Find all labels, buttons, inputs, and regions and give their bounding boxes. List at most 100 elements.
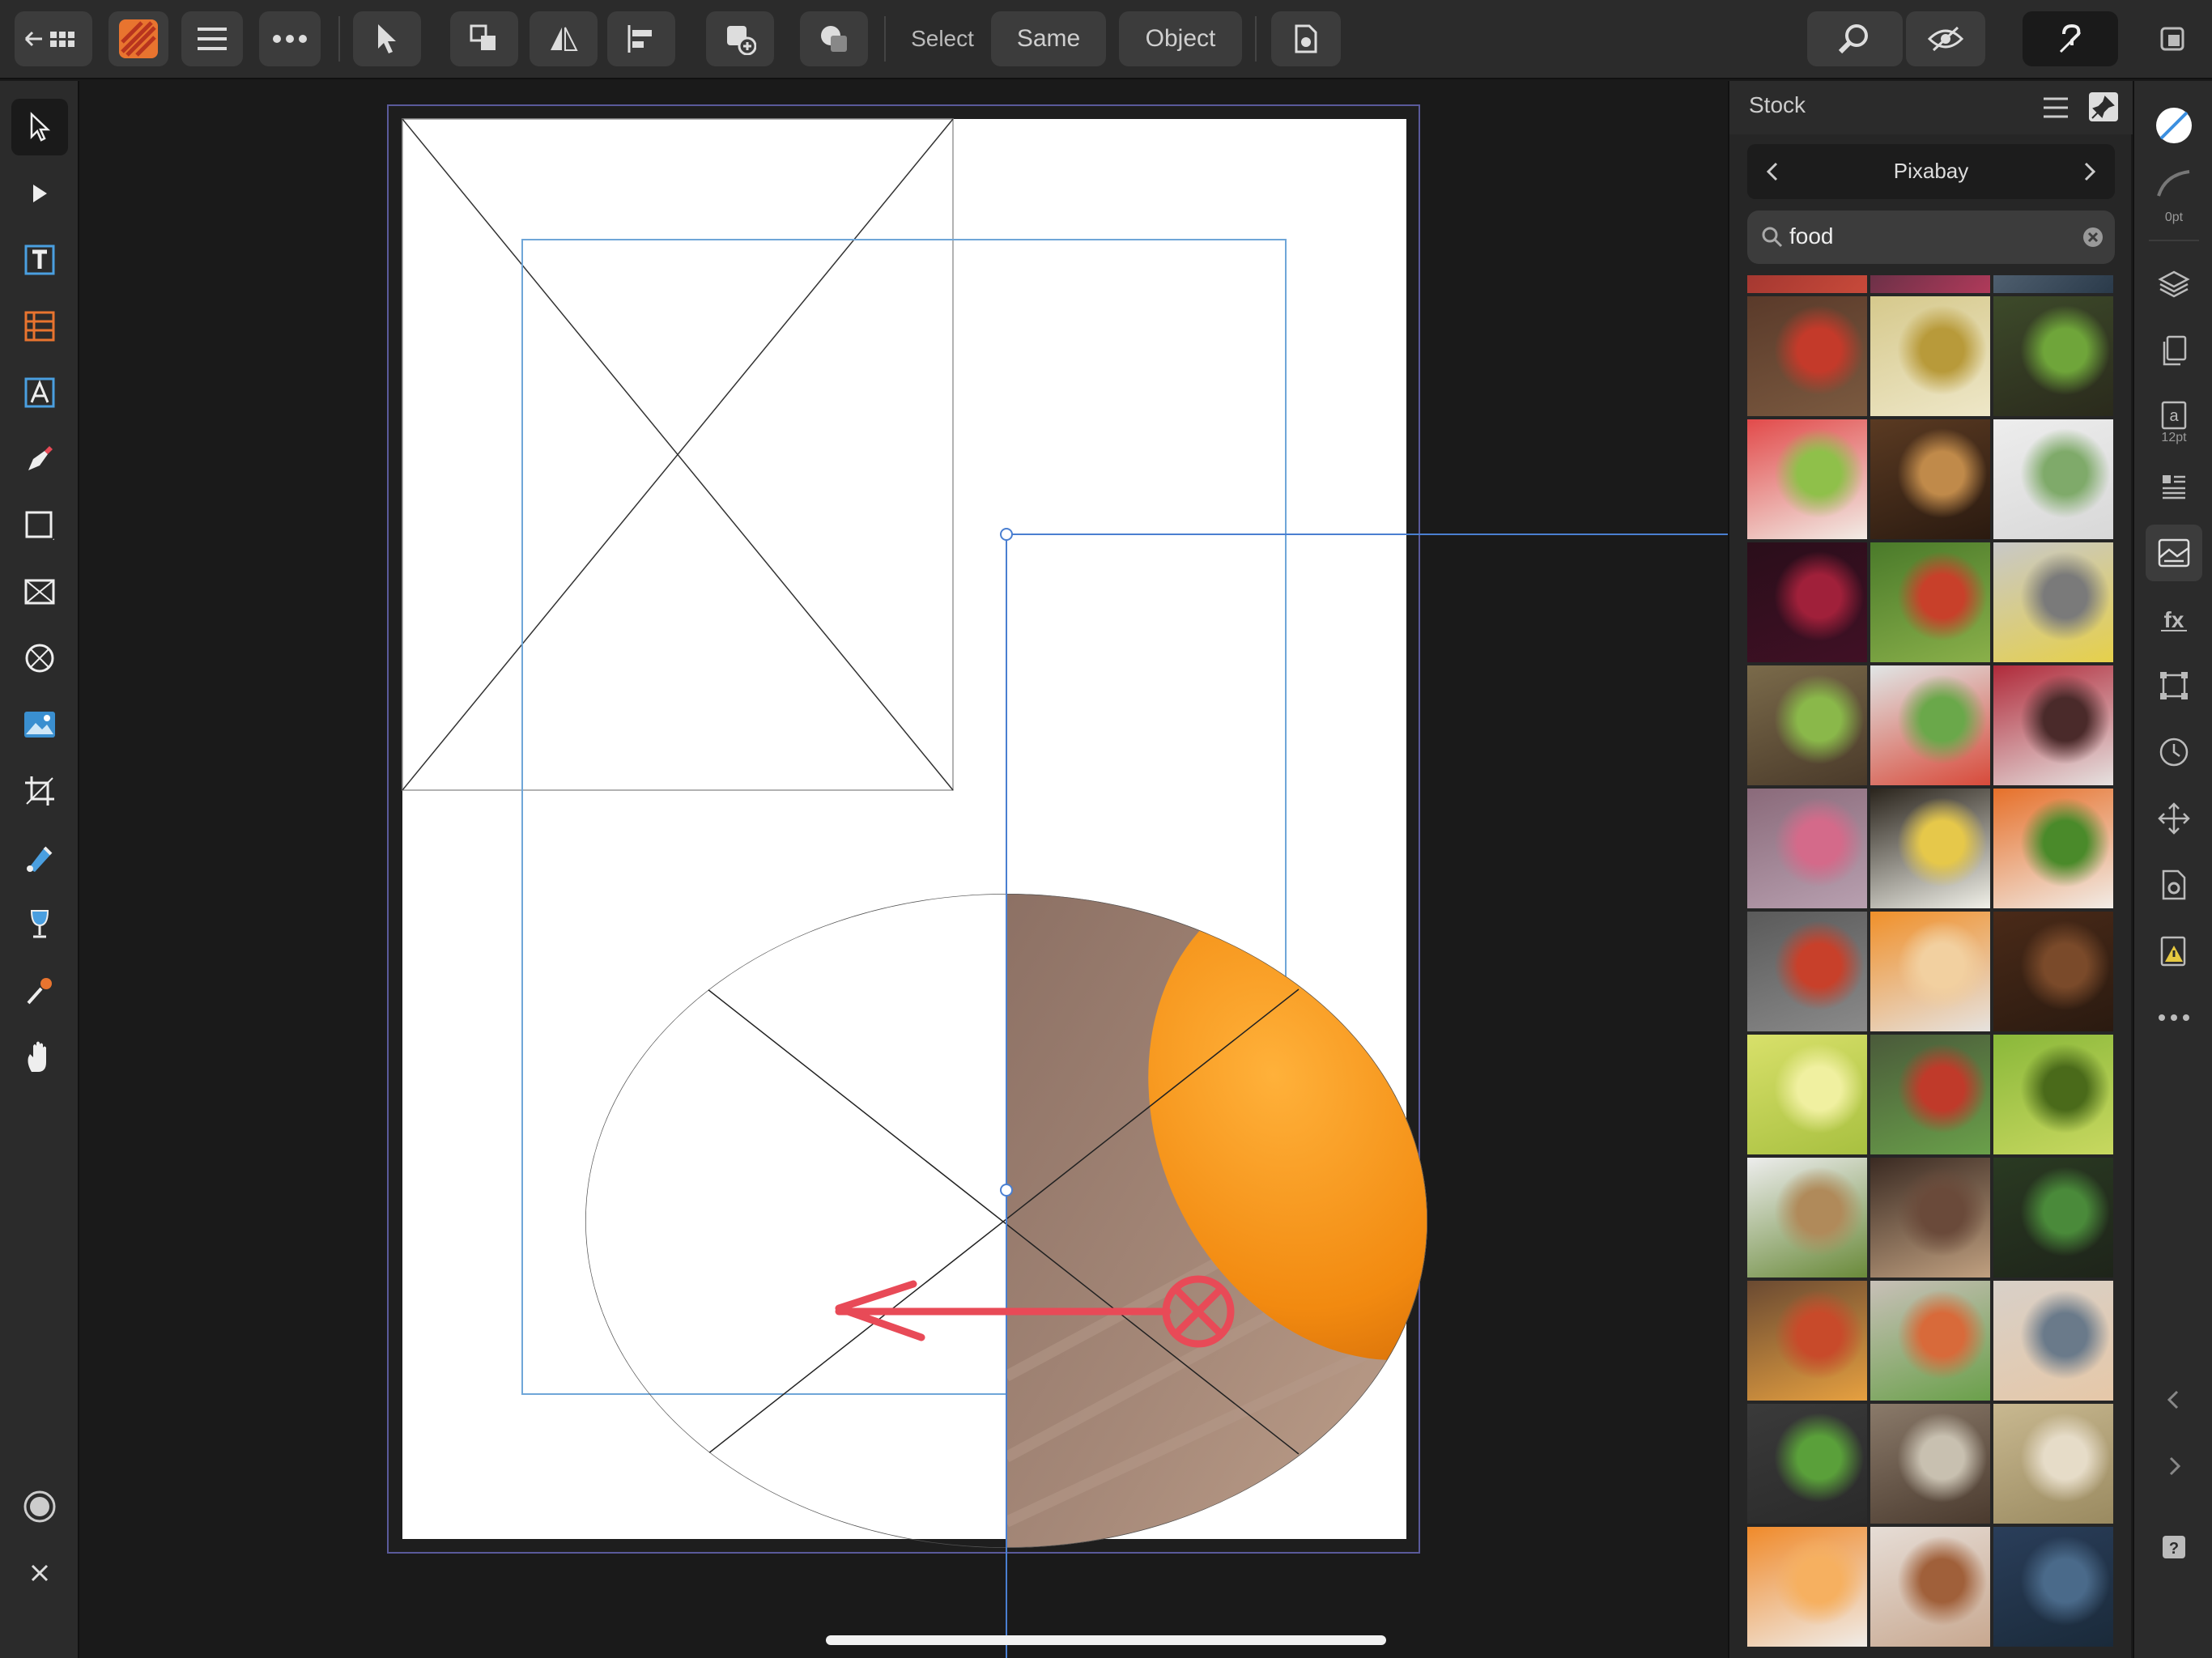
node-tool[interactable] [11,165,68,222]
stock-thumbnail-apple-orchard[interactable] [1870,542,1990,662]
panel-menu-icon[interactable] [2042,96,2069,120]
more-panels-button[interactable] [2146,989,2202,1046]
clear-search-icon[interactable] [2081,225,2105,249]
view-mode-button[interactable] [1906,11,1985,66]
stock-thumbnail-wheat-field[interactable] [1993,1404,2113,1524]
stock-thumbnail-macarons-pink[interactable] [1747,789,1867,908]
stock-thumbnail-pears[interactable] [1993,1035,2113,1154]
split-view-button[interactable] [2152,11,2193,66]
stock-thumbnail[interactable] [1993,275,2113,293]
stock-thumbnail-herb-circle[interactable] [1993,419,2113,539]
back-to-home-button[interactable] [15,11,92,66]
stock-thumbnail-man-with-banana[interactable] [1993,542,2113,662]
stock-thumbnail-salmon-plate[interactable] [1870,1281,1990,1401]
boolean-operations-button[interactable] [800,11,868,66]
search-input[interactable]: food [1789,223,1834,249]
chevron-right-icon [2169,1456,2181,1476]
selection-handle[interactable] [1000,528,1013,541]
select-tool-button[interactable] [353,11,421,66]
stroke-icon[interactable] [2146,159,2202,207]
stock-search-field[interactable]: food [1747,210,2115,264]
transform-panel-button[interactable] [2146,657,2202,714]
text-frame-tool[interactable] [11,232,68,288]
stock-thumbnail-vegetables-mix[interactable] [1870,1035,1990,1154]
stock-thumbnail-carrots[interactable] [1993,789,2113,908]
pages-panel-button[interactable] [2146,322,2202,379]
select-same-button[interactable]: Same [991,11,1106,66]
paragraph-panel-button[interactable] [2146,458,2202,515]
pen-tool[interactable] [11,431,68,487]
align-button[interactable] [607,11,675,66]
stock-thumbnail-tomatoes-on-wood[interactable] [1747,296,1867,416]
view-tool[interactable] [11,1028,68,1085]
stock-thumbnail-watermelon-hearts[interactable] [1747,419,1867,539]
quick-color-button[interactable] [11,1478,68,1535]
fill-tool[interactable] [11,829,68,886]
navigator-panel-button[interactable] [2146,790,2202,847]
stock-thumbnail-vegetables-basket[interactable] [1993,296,2113,416]
flip-button[interactable] [530,11,598,66]
stock-thumbnail-spinach-bowl[interactable] [1993,1158,2113,1278]
color-picker-tool[interactable] [11,962,68,1018]
stock-thumbnail-coffee-cup[interactable] [1870,1527,1990,1647]
stock-thumbnail-salad-bowls[interactable] [1747,665,1867,785]
view-zoom-button[interactable] [1807,11,1903,66]
stock-thumbnail-coffee-beans[interactable] [1993,912,2113,1031]
layers-panel-button[interactable] [2146,256,2202,312]
insert-button[interactable] [706,11,774,66]
stock-thumbnail-couple-cooking[interactable] [1993,1281,2113,1401]
next-provider-icon[interactable] [2078,159,2102,185]
stock-thumbnail-cucumber-splash[interactable] [1870,665,1990,785]
effects-panel-button[interactable]: fx [2146,591,2202,648]
place-image-tool[interactable] [11,696,68,753]
stock-thumbnail-spices-star-anise[interactable] [1870,419,1990,539]
stock-provider-selector[interactable]: Pixabay [1747,144,2115,199]
menu-button[interactable] [181,11,243,66]
collapse-left-button[interactable] [2146,1371,2202,1428]
stock-thumbnail[interactable] [1870,275,1990,293]
artistic-text-tool[interactable] [11,364,68,421]
stock-thumbnail-night-street[interactable] [1747,542,1867,662]
previous-provider-icon[interactable] [1760,159,1784,185]
preflight-panel-button[interactable] [2146,923,2202,980]
stock-thumbnail-spices-white[interactable] [1747,1158,1867,1278]
more-options-button[interactable] [259,11,321,66]
stock-thumbnail-kitchen-window[interactable] [1870,1404,1990,1524]
fill-stroke-swatch[interactable] [2146,97,2202,154]
arrange-button[interactable] [450,11,518,66]
assistant-button[interactable] [2023,11,2118,66]
table-tool[interactable] [11,298,68,355]
stock-thumbnail-lime-slices[interactable] [1747,1035,1867,1154]
stock-panel-button[interactable] [2146,525,2202,581]
stock-thumbnail[interactable] [1747,275,1867,293]
crop-tool[interactable] [11,763,68,819]
close-tools-button[interactable] [11,1545,68,1601]
home-indicator[interactable] [826,1635,1386,1645]
collapse-right-button[interactable] [2146,1438,2202,1494]
stock-thumbnail-raspberries-bowl[interactable] [1993,665,2113,785]
rectangle-tool[interactable] [11,497,68,554]
selection-handle[interactable] [1000,1184,1013,1197]
rectangle-frame-tool[interactable] [11,563,68,620]
stock-thumbnail-vegetables-wood[interactable] [1747,1281,1867,1401]
stock-thumbnail-olive-oil-bowl[interactable] [1870,296,1990,416]
persona-publisher-button[interactable] [108,11,168,66]
pin-panel-icon[interactable] [2089,92,2118,121]
select-object-button[interactable]: Object [1119,11,1242,66]
history-panel-button[interactable] [2146,724,2202,780]
transparency-tool[interactable] [11,895,68,952]
document-canvas[interactable] [81,81,1728,1658]
move-tool[interactable] [11,99,68,155]
document-setup-button[interactable] [1271,11,1341,66]
stock-thumbnail-apple-books[interactable] [1747,912,1867,1031]
publisher-persona-icon [119,19,158,58]
stock-thumbnail-salt-heart[interactable] [1993,1527,2113,1647]
document-settings-panel-button[interactable] [2146,857,2202,913]
stock-thumbnail-eggs-dark[interactable] [1870,789,1990,908]
stock-thumbnail-orange-slices[interactable] [1870,912,1990,1031]
help-button[interactable]: ? [2146,1519,2202,1575]
stock-thumbnail-tangerine-peeled[interactable] [1747,1527,1867,1647]
ellipse-frame-tool[interactable] [11,630,68,687]
stock-thumbnail-herbs-brick[interactable] [1747,1404,1867,1524]
stock-thumbnail-kitchen-table[interactable] [1870,1158,1990,1278]
